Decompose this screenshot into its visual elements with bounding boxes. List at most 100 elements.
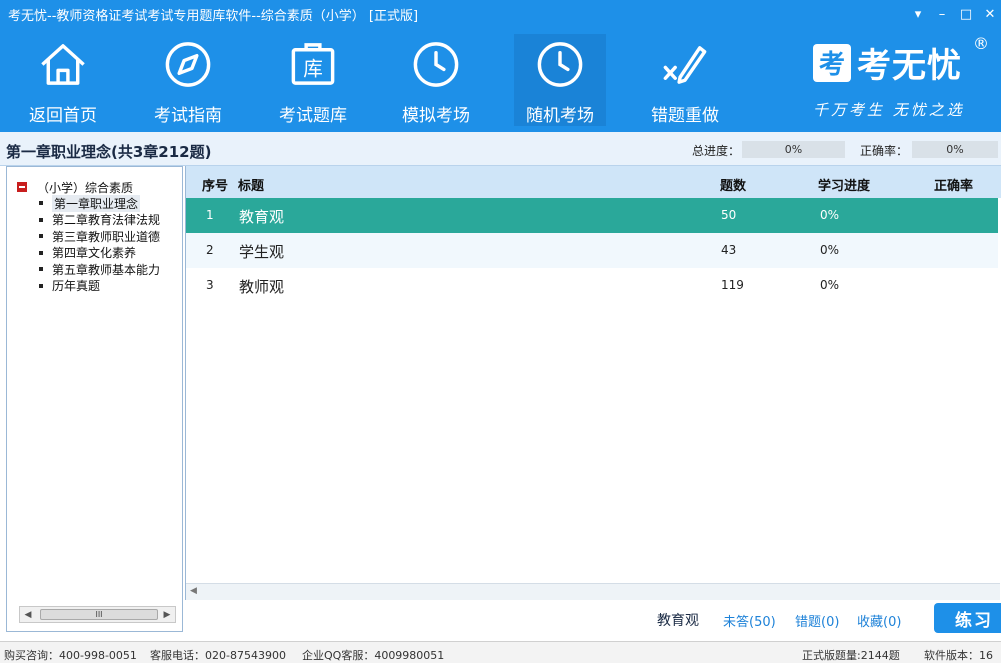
exam-guide-label: 考试指南 (154, 106, 222, 126)
row-progress: 0% (820, 278, 840, 292)
tree-root-label: （小学）综合素质 (37, 180, 134, 195)
row-title: 教育观 (239, 208, 285, 226)
tree-item-chapter-1[interactable]: 第一章职业理念 (39, 194, 160, 212)
main-toolbar: 返回首页 考试指南 库 考试题库 模拟考场 随机考场 错题重做 考 考无忧 ® … (0, 28, 1001, 132)
bullet-icon (39, 217, 43, 222)
home-label: 返回首页 (29, 106, 97, 126)
brand-logo-row: 考 考无忧 (813, 38, 983, 87)
chapter-tree: （小学）综合素质 第一章职业理念 第二章教育法律法规 第三章教师职业道德 第四章… (17, 179, 160, 294)
bullet-icon (39, 283, 43, 288)
brand-mark: 考 (813, 43, 851, 82)
col-header-count: 题数 (720, 179, 747, 194)
bullet-icon (39, 201, 43, 206)
total-questions: 正式版题量:2144题 (802, 649, 900, 662)
menu-dropdown-icon[interactable]: ▾ (911, 7, 925, 21)
tree-horizontal-scrollbar[interactable]: ◀ III ▶ (19, 606, 176, 623)
svg-text:库: 库 (303, 57, 323, 80)
tree-item-chapter-3[interactable]: 第三章教师职业道德 (39, 228, 160, 245)
minimize-icon[interactable]: – (935, 7, 949, 21)
check-pen-icon (663, 46, 707, 84)
tree-root[interactable]: （小学）综合素质 (17, 179, 160, 195)
scroll-thumb[interactable]: III (40, 609, 158, 620)
mock-exam-button[interactable]: 模拟考场 (390, 34, 482, 126)
scroll-left-icon[interactable]: ◀ (20, 607, 36, 622)
section-table: 序号 标题 题数 学习进度 正确率 1 教育观 50 0% 2 学生观 43 0… (185, 166, 1001, 600)
table-row[interactable]: 3 教师观 119 0% (186, 268, 998, 303)
brand-logo: 考 考无忧 ® 千万考生 无忧之选 (813, 34, 989, 122)
random-exam-label: 随机考场 (526, 106, 594, 126)
table-horizontal-scrollbar[interactable]: ◀ (186, 583, 1000, 600)
favorites-link[interactable]: 收藏(0) (857, 611, 901, 630)
row-no: 3 (206, 278, 214, 292)
row-no: 1 (206, 208, 214, 222)
software-version: 软件版本：16 (924, 649, 993, 662)
unanswered-link[interactable]: 未答(50) (723, 611, 776, 630)
maximize-icon[interactable]: □ (959, 7, 973, 21)
accuracy-bar: 0% (912, 141, 998, 158)
tree-item-chapter-2[interactable]: 第二章教育法律法规 (39, 212, 160, 229)
row-count: 43 (721, 243, 737, 257)
action-bar: 教育观 未答(50) 错题(0) 收藏(0) 练习 (185, 600, 1001, 638)
accuracy-label: 正确率： (860, 144, 909, 158)
tree-item-chapter-5[interactable]: 第五章教师基本能力 (39, 261, 160, 278)
row-title: 教师观 (239, 278, 285, 296)
chapter-tree-panel: （小学）综合素质 第一章职业理念 第二章教育法律法规 第三章教师职业道德 第四章… (6, 166, 183, 632)
title-bar: 考无忧--教师资格证考试考试专用题库软件--综合素质（小学） [正式版] ▾ –… (0, 0, 1001, 28)
service-phone: 客服电话：020-87543900 (150, 649, 286, 662)
wrong-answers-link[interactable]: 错题(0) (795, 611, 839, 630)
brand-name: 考无忧 (857, 46, 962, 86)
clock-icon (537, 42, 583, 87)
col-header-no: 序号 (202, 179, 229, 194)
bullet-icon (39, 250, 43, 255)
collapse-icon[interactable] (17, 182, 27, 192)
total-progress-label: 总进度： (692, 144, 741, 158)
col-header-accuracy: 正确率 (934, 179, 974, 194)
chapter-title: 第一章职业理念(共3章212题) (6, 143, 212, 161)
current-section-label: 教育观 (657, 613, 699, 629)
window-controls: ▾ – □ ✕ (911, 0, 997, 28)
qq-service: 企业QQ客服：4009980051 (302, 649, 445, 662)
bullet-icon (39, 267, 43, 272)
col-header-title: 标题 (238, 179, 265, 194)
purchase-hotline: 购买咨询：400-998-0051 (4, 649, 137, 662)
mock-exam-label: 模拟考场 (402, 106, 470, 126)
random-exam-button[interactable]: 随机考场 (514, 34, 606, 126)
library-icon: 库 (291, 43, 335, 85)
tree-item-label: 历年真题 (52, 279, 101, 294)
col-header-progress: 学习进度 (818, 179, 871, 194)
exam-guide-button[interactable]: 考试指南 (142, 34, 234, 126)
row-progress: 0% (820, 243, 840, 257)
tree-item-label: 第三章教师职业道德 (52, 229, 161, 244)
registered-mark: ® (973, 34, 989, 53)
scroll-left-icon[interactable]: ◀ (190, 586, 197, 596)
row-count: 50 (721, 208, 737, 222)
compass-icon (165, 42, 211, 87)
table-row[interactable]: 2 学生观 43 0% (186, 233, 998, 268)
close-icon[interactable]: ✕ (983, 7, 997, 21)
row-count: 119 (721, 278, 744, 292)
tree-item-chapter-4[interactable]: 第四章文化素养 (39, 245, 160, 262)
chapter-header: 第一章职业理念(共3章212题) 总进度： 0% 正确率： 0% (0, 132, 1001, 166)
tree-item-label: 第二章教育法律法规 (52, 213, 161, 228)
total-progress-bar: 0% (742, 141, 845, 158)
table-header: 序号 标题 题数 学习进度 正确率 (186, 166, 1001, 198)
table-row[interactable]: 1 教育观 50 0% (186, 198, 998, 233)
home-button[interactable]: 返回首页 (17, 34, 109, 126)
brand-slogan: 千万考生 无忧之选 (813, 101, 965, 119)
row-no: 2 (206, 243, 214, 257)
tree-item-past-exams[interactable]: 历年真题 (39, 278, 160, 295)
row-title: 学生观 (239, 243, 285, 261)
practice-button[interactable]: 练习 (934, 603, 1001, 633)
question-bank-button[interactable]: 库 考试题库 (267, 34, 359, 126)
redo-wrong-label: 错题重做 (651, 106, 719, 126)
scroll-right-icon[interactable]: ▶ (159, 607, 175, 622)
window-title: 考无忧--教师资格证考试考试专用题库软件--综合素质（小学） [正式版] (8, 8, 419, 24)
home-icon (41, 44, 85, 85)
tree-item-label: 第一章职业理念 (52, 194, 141, 212)
tree-item-label: 第五章教师基本能力 (52, 262, 161, 277)
row-progress: 0% (820, 208, 840, 222)
question-bank-label: 考试题库 (279, 106, 347, 126)
status-bar: 购买咨询：400-998-0051 客服电话：020-87543900 企业QQ… (0, 641, 1001, 663)
redo-wrong-button[interactable]: 错题重做 (639, 34, 731, 126)
clock-icon (413, 42, 459, 87)
